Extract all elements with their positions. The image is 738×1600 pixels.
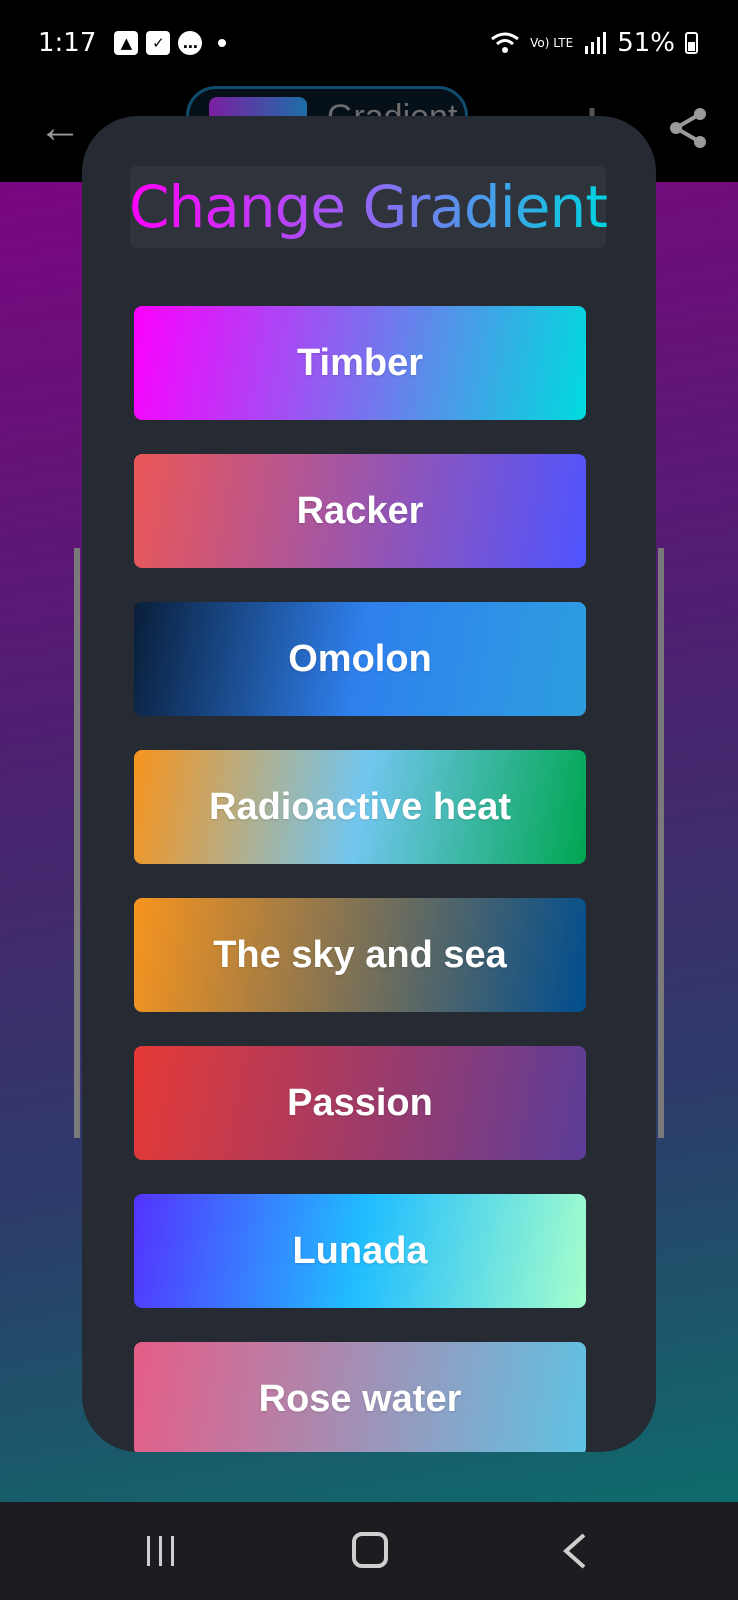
checkbox-icon: ✓ bbox=[146, 31, 171, 55]
gradient-list: Timber Racker Omolon Radioactive heat Th… bbox=[134, 306, 586, 1452]
signal-icon bbox=[585, 32, 607, 54]
recents-icon[interactable] bbox=[144, 1534, 178, 1568]
dialog-title: Change Gradient bbox=[129, 173, 608, 241]
status-right: Vo) LTE 51% bbox=[490, 28, 698, 58]
gradient-option-button[interactable]: Radioactive heat bbox=[134, 750, 586, 864]
battery-percent: 51% bbox=[617, 28, 675, 58]
system-nav-bar bbox=[0, 1502, 738, 1600]
gradient-option-button[interactable]: Omolon bbox=[134, 602, 586, 716]
gradient-option-button[interactable]: Rose water bbox=[134, 1342, 586, 1452]
back-icon[interactable] bbox=[560, 1532, 590, 1570]
gradient-option-button[interactable]: Timber bbox=[134, 306, 586, 420]
gradient-option-button[interactable]: Racker bbox=[134, 454, 586, 568]
status-time: 1:17 bbox=[38, 28, 97, 58]
change-gradient-dialog: Change Gradient Timber Racker Omolon Rad… bbox=[82, 116, 656, 1452]
home-icon[interactable] bbox=[352, 1532, 388, 1568]
share-icon[interactable] bbox=[666, 106, 710, 150]
status-bar: 1:17 ▲ ✓ … Vo) LTE 51% bbox=[0, 0, 738, 86]
gallery-icon: ▲ bbox=[114, 31, 139, 55]
notification-icons: ▲ ✓ … bbox=[114, 31, 227, 55]
back-arrow-icon[interactable]: ← bbox=[36, 104, 84, 152]
network-type: Vo) LTE bbox=[530, 36, 574, 50]
gradient-option-button[interactable]: The sky and sea bbox=[134, 898, 586, 1012]
gradient-option-button[interactable]: Lunada bbox=[134, 1194, 586, 1308]
dialog-title-box: Change Gradient bbox=[129, 166, 608, 248]
gradient-option-button[interactable]: Passion bbox=[134, 1046, 586, 1160]
battery-icon bbox=[685, 32, 698, 54]
chat-icon: … bbox=[178, 31, 203, 55]
wifi-icon bbox=[491, 32, 520, 53]
more-notifications-dot bbox=[218, 39, 227, 47]
